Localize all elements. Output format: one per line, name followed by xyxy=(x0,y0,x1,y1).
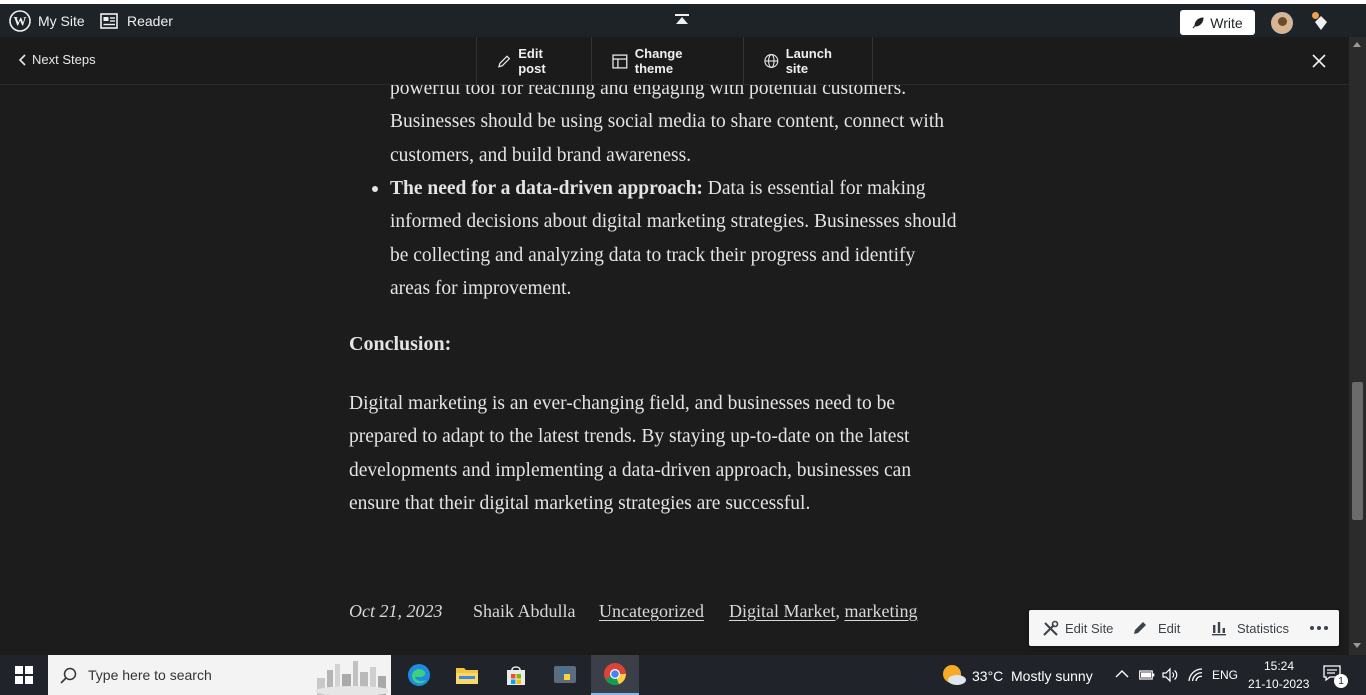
admin-bar: W My Site Reader Write xyxy=(0,0,1366,37)
reader-menu[interactable]: Reader xyxy=(100,9,173,33)
bullet-line: The need for a data-driven approach: Dat… xyxy=(390,172,1010,205)
svg-text:W: W xyxy=(14,14,27,29)
taskbar-edge[interactable] xyxy=(395,655,443,695)
post-category-link[interactable]: Uncategorized xyxy=(599,601,704,622)
launch-site-label: Launch site xyxy=(785,46,832,76)
change-theme-button[interactable]: Change theme xyxy=(591,37,743,85)
post-content: powerful tool for reaching and engaging … xyxy=(0,85,1349,655)
paragraph-line: developments and implementing a data-dri… xyxy=(349,459,912,481)
change-theme-label: Change theme xyxy=(634,46,683,76)
my-site-menu[interactable]: W My Site xyxy=(9,9,85,33)
taskbar-file-explorer[interactable] xyxy=(443,655,491,695)
reader-icon xyxy=(100,13,118,29)
search-placeholder: Type here to search xyxy=(88,667,212,683)
next-steps-label: Next Steps xyxy=(32,52,96,67)
avatar[interactable] xyxy=(1271,12,1293,34)
conclusion-heading: Conclusion: xyxy=(349,333,452,355)
write-label: Write xyxy=(1210,14,1243,31)
store-bag-icon xyxy=(507,666,525,685)
paragraph-line: prepared to adapt to the latest trends. … xyxy=(349,426,910,448)
wifi-icon[interactable] xyxy=(1188,668,1204,682)
edit-label: Edit xyxy=(1158,620,1181,636)
chevron-left-icon xyxy=(18,53,26,66)
windows-logo-icon xyxy=(15,666,33,684)
edit-site-label: Edit Site xyxy=(1065,620,1114,636)
wordpress-logo-icon: W xyxy=(9,10,31,32)
layout-icon xyxy=(612,53,628,69)
next-steps-button[interactable]: Next Steps xyxy=(18,52,96,67)
paragraph-line: Digital marketing is an ever-changing fi… xyxy=(349,393,895,414)
bullet-line: powerful tool for reaching and engaging … xyxy=(390,85,907,99)
post-date[interactable]: Oct 21, 2023 xyxy=(349,601,443,622)
paragraph-line: ensure that their digital marketing stra… xyxy=(349,492,811,514)
tools-icon xyxy=(1043,620,1059,636)
collapse-arrow-icon[interactable] xyxy=(675,14,689,26)
taskbar-chrome[interactable] xyxy=(591,655,639,695)
city-skyline-icon xyxy=(315,661,388,695)
bullet-line: areas for improvement. xyxy=(390,277,572,299)
scroll-up-arrow-icon[interactable] xyxy=(1353,42,1361,47)
write-button[interactable]: Write xyxy=(1180,10,1255,35)
language-indicator[interactable]: ENG xyxy=(1212,668,1238,682)
pencil-icon xyxy=(1134,622,1146,634)
folder-icon xyxy=(456,668,478,684)
bullet-line-rest: Data is essential for making xyxy=(702,178,926,199)
weather-sun-icon xyxy=(943,665,966,685)
bullet-data-driven: The need for a data-driven approach: Dat… xyxy=(390,172,1010,305)
edit-site-button[interactable]: Edit Site xyxy=(1042,610,1113,646)
bullet-marker xyxy=(372,186,378,192)
tag-separator: , xyxy=(835,601,840,621)
post-author[interactable]: Shaik Abdulla xyxy=(473,601,576,622)
statistics-button[interactable]: Statistics xyxy=(1211,610,1289,646)
chrome-icon xyxy=(604,663,626,685)
weather-desc[interactable]: Mostly sunny xyxy=(1011,668,1093,684)
feather-icon xyxy=(1192,16,1204,28)
clock-time[interactable]: 15:24 xyxy=(1264,659,1294,673)
start-button[interactable] xyxy=(0,655,48,695)
bullet-line: be collecting and analyzing data to trac… xyxy=(390,244,916,266)
chevron-up-icon[interactable] xyxy=(1115,669,1129,679)
battery-icon[interactable] xyxy=(1139,669,1155,681)
bullet-social-media: powerful tool for reaching and engaging … xyxy=(390,85,1010,172)
scrollbar[interactable] xyxy=(1349,37,1366,655)
bullet-line: Businesses should be using social media … xyxy=(390,111,945,133)
bullet-line: customers, and build brand awareness. xyxy=(390,144,692,166)
search-icon xyxy=(60,667,77,684)
taskbar-search-box[interactable]: Type here to search xyxy=(48,655,391,695)
python-icon xyxy=(554,666,576,683)
conclusion-paragraph: Digital marketing is an ever-changing fi… xyxy=(349,387,989,520)
tag-link[interactable]: marketing xyxy=(844,601,917,621)
ellipsis-icon xyxy=(1310,626,1328,630)
reader-label: Reader xyxy=(127,13,173,29)
site-toolbar: Edit Site Edit Statistics xyxy=(1029,610,1339,646)
notification-dot xyxy=(1312,12,1319,19)
more-options-button[interactable] xyxy=(1309,610,1329,646)
edit-post-button[interactable]: Edit post xyxy=(476,37,591,85)
edge-icon xyxy=(408,664,430,686)
clock-date[interactable]: 21-10-2023 xyxy=(1248,677,1309,691)
scrollbar-thumb[interactable] xyxy=(1352,382,1363,520)
taskbar-store[interactable] xyxy=(492,655,540,695)
weather-temp[interactable]: 33°C xyxy=(972,668,1003,684)
pencil-icon xyxy=(497,54,511,68)
taskbar: Type here to search 33°C Mostly sunny EN… xyxy=(0,655,1366,695)
edit-post-label: Edit post xyxy=(518,46,546,76)
post-tags: Digital Market, marketing xyxy=(729,601,917,622)
notification-count-badge: 1 xyxy=(1334,674,1348,688)
volume-icon[interactable] xyxy=(1162,667,1180,683)
bullet-line: informed decisions about digital marketi… xyxy=(390,211,957,233)
close-icon[interactable] xyxy=(1310,52,1328,70)
action-center-button[interactable]: 1 xyxy=(1322,663,1348,688)
bullet-heading: The need for a data-driven approach: xyxy=(390,178,703,199)
launchpad-bar: Next Steps Edit post Change theme Launch… xyxy=(0,37,1366,85)
my-site-label: My Site xyxy=(38,13,85,29)
taskbar-python[interactable] xyxy=(541,655,589,695)
launch-site-button[interactable]: Launch site xyxy=(743,37,873,85)
globe-icon xyxy=(764,54,779,68)
bar-chart-icon xyxy=(1212,622,1226,636)
scroll-down-arrow-icon[interactable] xyxy=(1353,643,1361,648)
statistics-label: Statistics xyxy=(1237,620,1290,636)
tag-link[interactable]: Digital Market xyxy=(729,601,835,621)
edit-button[interactable]: Edit xyxy=(1132,610,1180,646)
